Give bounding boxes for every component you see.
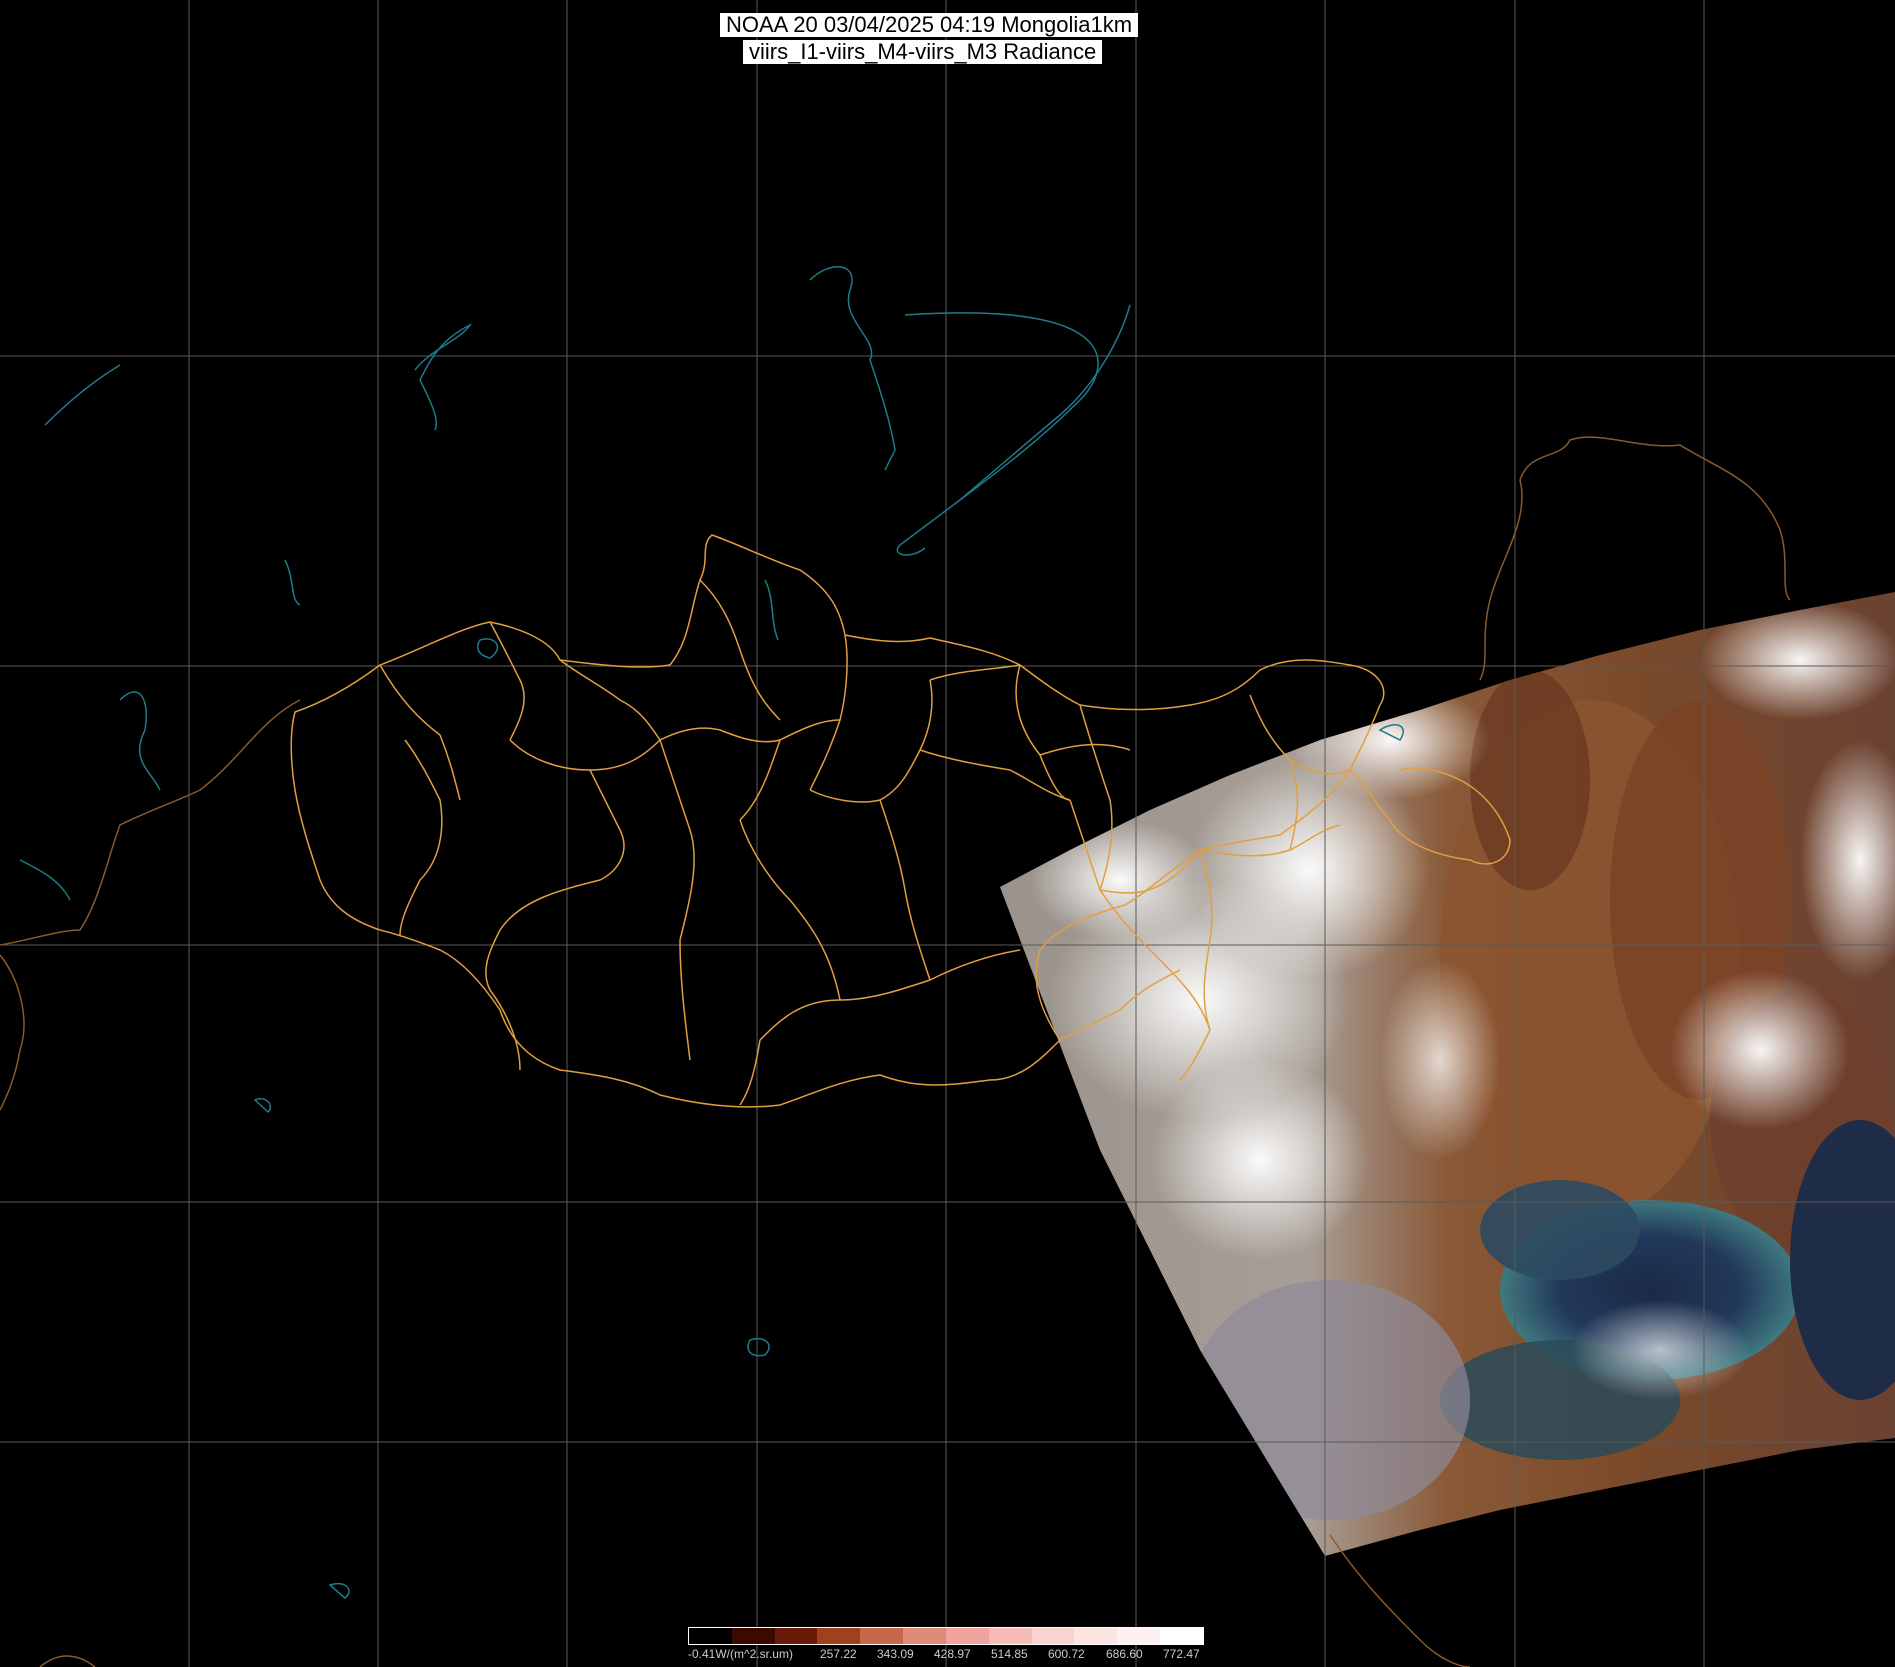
image-title-line1: NOAA 20 03/04/2025 04:19 Mongolia1km bbox=[720, 13, 1139, 37]
colorbar-legend: -0.41W/(m^2.sr.um) 257.22 343.09 428.97 … bbox=[688, 1627, 1204, 1665]
colorbar-tick: 686.60 bbox=[1106, 1647, 1143, 1661]
colorbar-swatch bbox=[988, 1628, 1032, 1644]
map-canvas bbox=[0, 0, 1895, 1667]
colorbar-swatch bbox=[817, 1628, 861, 1644]
colorbar-swatch bbox=[1117, 1628, 1161, 1644]
image-title-line2: viirs_I1-viirs_M4-viirs_M3 Radiance bbox=[743, 40, 1103, 64]
colorbar-swatches bbox=[688, 1627, 1204, 1645]
colorbar-swatch bbox=[1074, 1628, 1118, 1644]
colorbar-tick: 428.97 bbox=[934, 1647, 971, 1661]
colorbar-swatch bbox=[945, 1628, 989, 1644]
colorbar-tick: 514.85 bbox=[991, 1647, 1028, 1661]
colorbar-swatch bbox=[731, 1628, 775, 1644]
colorbar-swatch bbox=[903, 1628, 946, 1644]
colorbar-swatch bbox=[1160, 1628, 1203, 1644]
colorbar-tick: 343.09 bbox=[877, 1647, 914, 1661]
colorbar-tick: 257.22 bbox=[820, 1647, 857, 1661]
colorbar-tick: 772.47 bbox=[1163, 1647, 1200, 1661]
colorbar-swatch bbox=[689, 1628, 732, 1644]
colorbar-unit-label: -0.41W/(m^2.sr.um) bbox=[688, 1647, 793, 1661]
satellite-swath bbox=[1000, 592, 1895, 1556]
colorbar-tick: 600.72 bbox=[1048, 1647, 1085, 1661]
colorbar-swatch bbox=[860, 1628, 904, 1644]
colorbar-swatch bbox=[774, 1628, 818, 1644]
colorbar-swatch bbox=[1031, 1628, 1075, 1644]
colorbar-labels: -0.41W/(m^2.sr.um) 257.22 343.09 428.97 … bbox=[688, 1647, 1204, 1663]
